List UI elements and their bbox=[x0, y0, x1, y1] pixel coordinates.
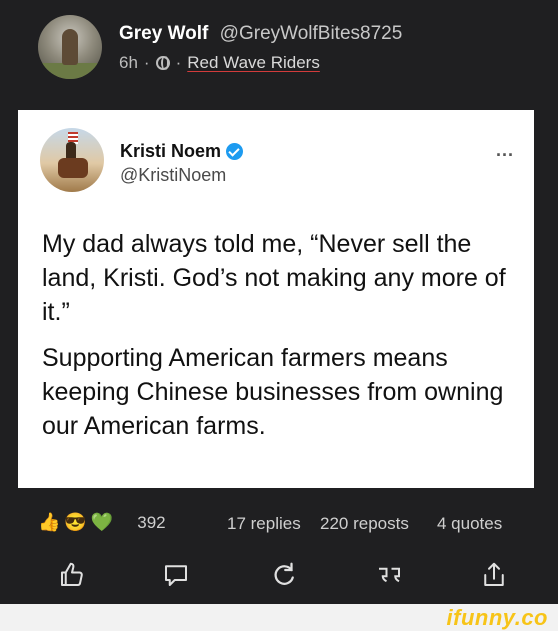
repost-icon bbox=[274, 562, 294, 585]
meta-separator: · bbox=[175, 53, 182, 72]
meta-separator: · bbox=[143, 53, 150, 72]
reactions[interactable]: 👍 😎 💚 392 bbox=[38, 512, 166, 533]
author-avatar[interactable] bbox=[38, 15, 102, 79]
tweet-name-text: Kristi Noem bbox=[120, 141, 222, 161]
tweet-paragraph-2: Supporting American farmers means keepin… bbox=[42, 344, 504, 440]
face-reaction-icon: 😎 bbox=[64, 512, 87, 532]
ifunny-logo: ifunny.co bbox=[446, 605, 548, 630]
quote-icon bbox=[379, 567, 400, 583]
post-time: 6h bbox=[119, 53, 138, 72]
verified-badge-icon bbox=[226, 143, 244, 160]
thumbs-up-reaction-icon: 👍 bbox=[38, 512, 61, 532]
like-icon bbox=[61, 562, 83, 586]
reaction-count: 392 bbox=[137, 512, 166, 532]
avatar-horse bbox=[58, 158, 88, 178]
globe-icon bbox=[155, 56, 170, 70]
author-handle[interactable]: @GreyWolfBites8725 bbox=[220, 23, 403, 44]
action-bar bbox=[0, 558, 558, 604]
tweet-handle: @KristiNoem bbox=[120, 165, 227, 185]
reply-button[interactable] bbox=[161, 560, 191, 590]
avatar-figure bbox=[62, 29, 78, 65]
tweet-author-name: Kristi Noem bbox=[120, 141, 244, 162]
reply-icon bbox=[165, 565, 187, 586]
avatar-ground bbox=[38, 63, 102, 79]
green-heart-reaction-icon: 💚 bbox=[90, 512, 114, 532]
watermark-bar: ifunny.co bbox=[0, 604, 558, 631]
share-icon bbox=[484, 562, 504, 586]
quotes-count[interactable]: 4 quotes bbox=[437, 514, 502, 534]
reposts-count[interactable]: 220 reposts bbox=[320, 514, 409, 534]
replies-count[interactable]: 17 replies bbox=[227, 514, 301, 534]
tweet-avatar bbox=[40, 128, 104, 192]
author-name[interactable]: Grey Wolf bbox=[119, 23, 208, 44]
tweet-paragraph-1: My dad always told me, “Never sell the l… bbox=[42, 230, 506, 326]
like-button[interactable] bbox=[57, 560, 87, 590]
post-header: Grey Wolf @GreyWolfBites8725 6h · · Red … bbox=[0, 0, 558, 110]
quote-button[interactable] bbox=[374, 560, 404, 590]
embedded-tweet-card: Kristi Noem @KristiNoem ... My dad alway… bbox=[18, 110, 534, 488]
author-line: Grey Wolf @GreyWolfBites8725 bbox=[119, 23, 402, 45]
more-options-icon: ... bbox=[495, 140, 514, 160]
repost-button[interactable] bbox=[269, 560, 299, 590]
community-link[interactable]: Red Wave Riders bbox=[187, 53, 320, 73]
post-stats: 👍 😎 💚 392 17 replies 220 reposts 4 quote… bbox=[0, 488, 558, 558]
share-button[interactable] bbox=[479, 560, 509, 590]
post-meta: 6h · · Red Wave Riders bbox=[119, 53, 320, 73]
